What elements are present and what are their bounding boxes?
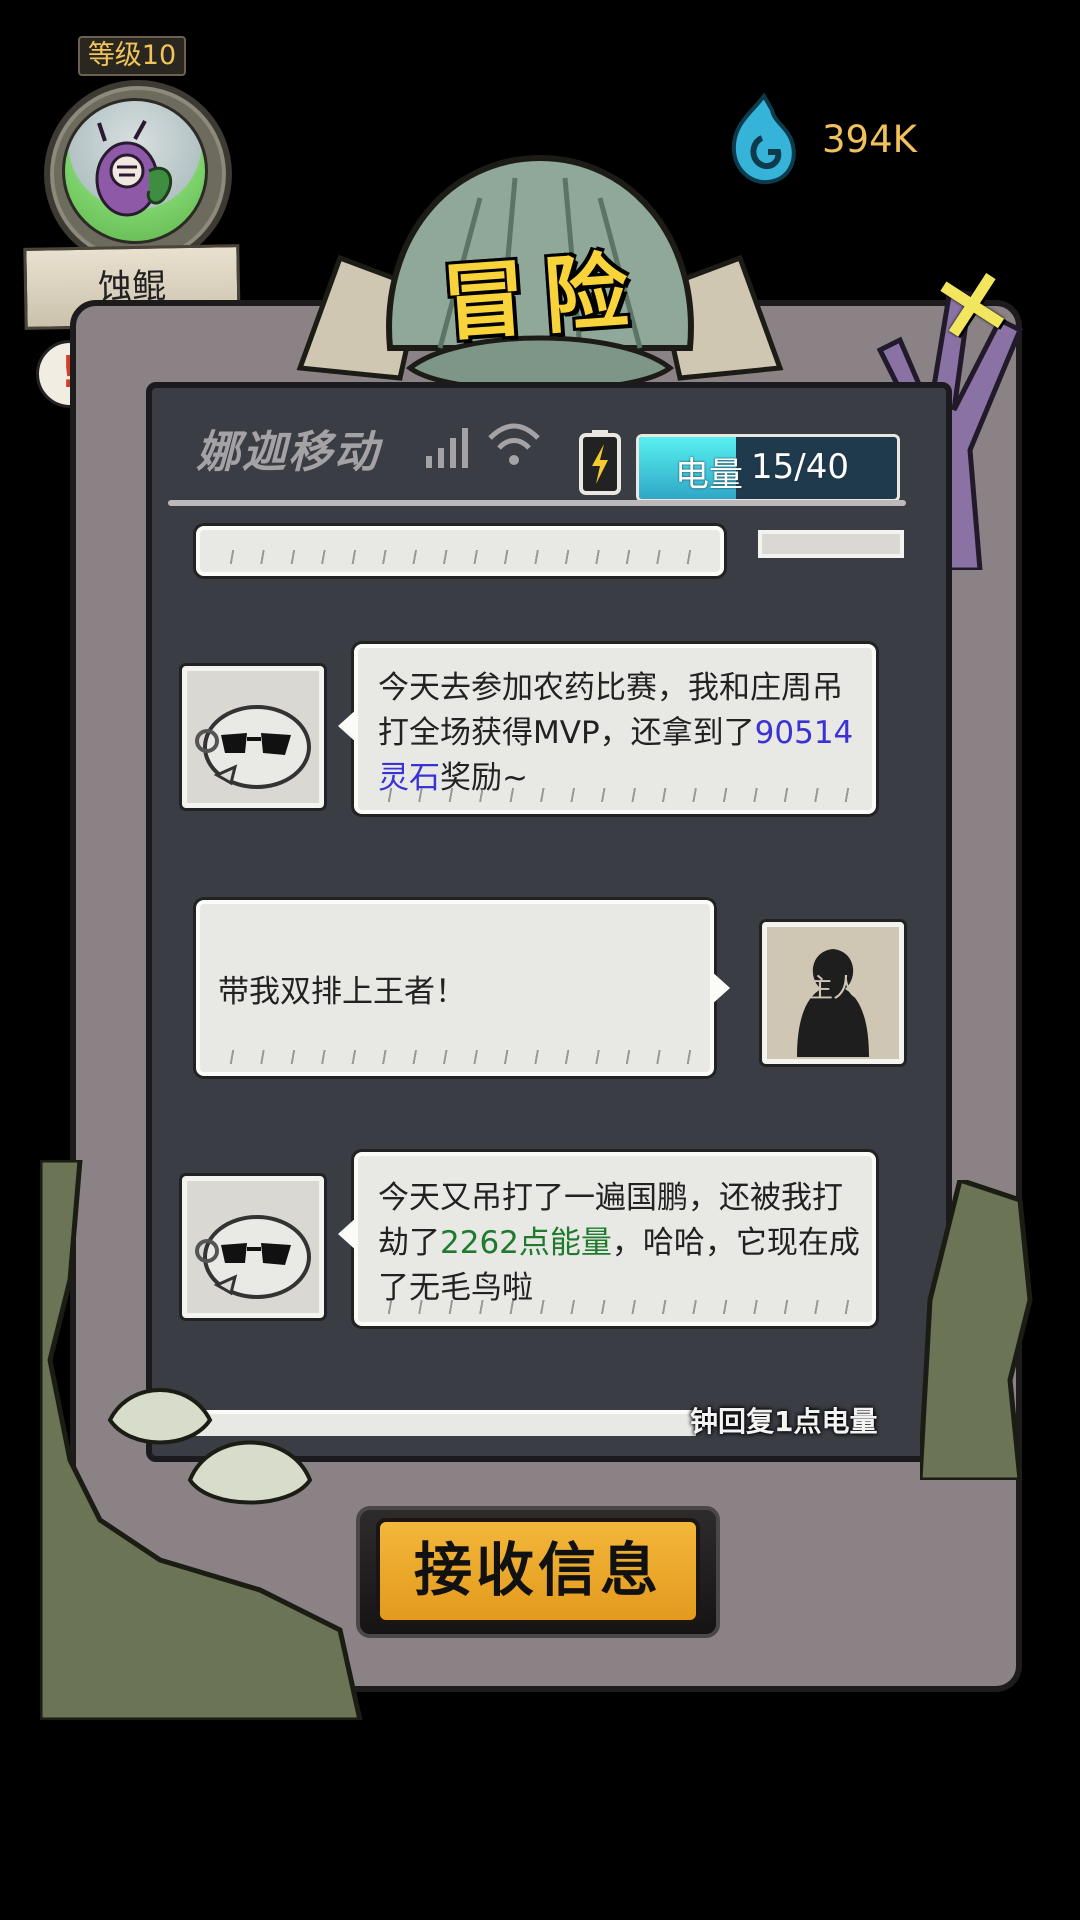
battery-icon [579,430,621,495]
energy-recovery-note: 钟回复1点电量 [690,1405,878,1438]
wifi-icon [488,423,540,465]
silhouette-icon: 主人 [767,927,899,1059]
energy-value: 15/40 [751,447,849,487]
player-chat-avatar: 主人 [762,922,904,1064]
page-title: 冒险 [439,240,650,353]
message-highlight: 2262点能量 [440,1225,612,1261]
sunglasses-creature-icon [195,705,311,789]
currency-value: 394K [822,118,917,161]
carrier-label: 娜迦移动 [196,427,380,478]
signal-icon [426,428,468,468]
moss-decoration [920,1180,1033,1480]
player-avatar[interactable] [62,98,208,244]
message-text: 带我双排上王者！ [218,974,466,1010]
chat-avatar-partial [758,530,904,558]
chat-bubble-player: 带我双排上王者！ [196,900,730,1076]
creature-icon [95,120,172,217]
close-icon[interactable]: × [921,239,1023,365]
receive-message-button-label[interactable]: 接收信息 [376,1518,700,1624]
status-divider [168,500,906,506]
energy-bar: 电量 15/40 [636,434,900,502]
level-badge: 等级10 [78,36,186,76]
energy-label: 电量 [675,455,743,495]
npc-avatar [182,666,324,808]
avatar-text: 主人 [807,974,859,1004]
chat-bubble-npc: 今天去参加农药比赛，我和庄周吊打全场获得MVP，还拿到了90514灵石奖励~ [338,644,876,814]
chat-bubble-partial [196,526,724,576]
